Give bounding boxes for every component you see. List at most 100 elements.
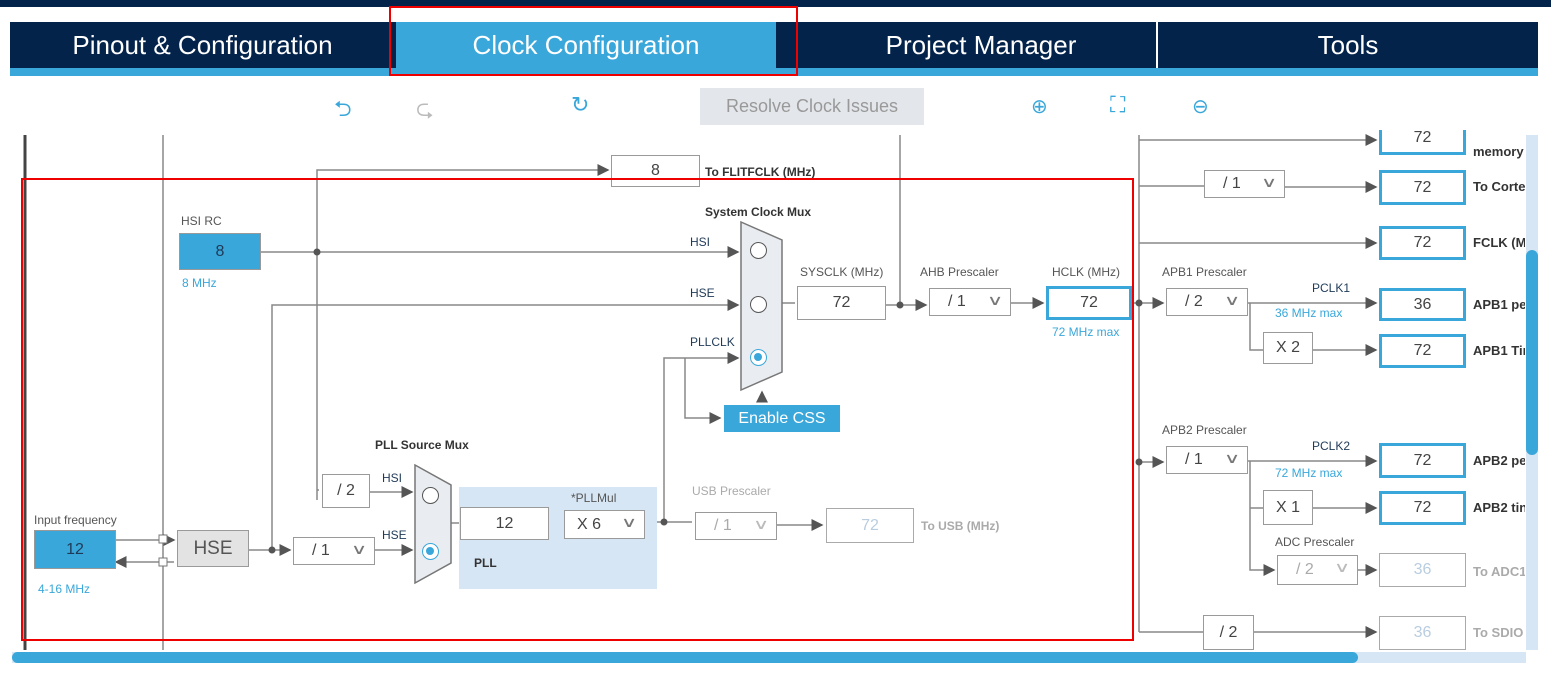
apb2-timer-value[interactable]: 72 — [1379, 491, 1466, 525]
chevron-down-icon: ∨ — [1223, 450, 1241, 466]
apb1-timer-multiplier: X 2 — [1263, 332, 1313, 364]
resolve-clock-issues-button[interactable]: Resolve Clock Issues — [700, 88, 924, 125]
hse-divider-value: / 1 — [312, 542, 330, 559]
sysclk-label: SYSCLK (MHz) — [800, 265, 884, 279]
ahb-prescaler-value: / 1 — [948, 293, 966, 310]
usb-clock-value: 72 — [826, 508, 914, 543]
apb1-prescaler-value: / 2 — [1185, 293, 1203, 310]
pll-source-mux — [414, 463, 452, 585]
chevron-down-icon: ∨ — [620, 514, 638, 530]
memory-clock-value[interactable]: 72 — [1379, 130, 1466, 155]
fclk-value[interactable]: 72 — [1379, 226, 1466, 260]
top-strip — [0, 0, 1551, 7]
pllmul-value: X 6 — [577, 515, 602, 533]
radio-pllclk[interactable] — [750, 349, 767, 366]
enable-css-button[interactable]: Enable CSS — [724, 405, 840, 432]
sysclk-input[interactable]: 72 — [797, 286, 886, 320]
radio-pll-hse[interactable] — [422, 543, 439, 560]
pclk2-max: 72 MHz max — [1275, 466, 1343, 480]
tab-underline — [10, 68, 1538, 76]
cortex-clock-value[interactable]: 72 — [1379, 170, 1466, 205]
tab-pinout[interactable]: Pinout & Configuration — [12, 22, 393, 68]
radio-hse[interactable] — [750, 296, 767, 313]
redo-icon[interactable]: ⮎ — [416, 92, 434, 130]
undo-icon[interactable]: ⮌ — [334, 92, 352, 130]
apb2-prescaler-value: / 1 — [1185, 451, 1203, 468]
pll-mux-hsi-label: HSI — [382, 471, 403, 485]
usb-prescaler-label: USB Prescaler — [692, 484, 771, 498]
chevron-down-icon: ∨ — [350, 541, 368, 557]
apb1-peripheral-value[interactable]: 36 — [1379, 288, 1466, 321]
adc-prescaler-label: ADC Prescaler — [1275, 535, 1355, 549]
radio-hsi[interactable] — [750, 242, 767, 259]
usb-prescaler-value: / 1 — [714, 517, 732, 534]
refresh-icon[interactable]: ↻ — [571, 92, 589, 118]
usb-prescaler-select[interactable]: / 1 ∨ — [695, 512, 777, 540]
apb1-timer-label: APB1 Tir — [1473, 343, 1525, 358]
flitfclk-label: To FLITFCLK (MHz) — [705, 165, 816, 179]
hsi-divider: / 2 — [322, 474, 370, 508]
hclk-label: HCLK (MHz) — [1052, 265, 1120, 279]
chevron-down-icon: ∨ — [986, 292, 1004, 308]
input-frequency-field[interactable]: 12 — [34, 530, 116, 569]
hclk-max: 72 MHz max — [1052, 325, 1120, 339]
clock-tree-canvas: 8 To FLITFCLK (MHz) HSI RC 8 8 MHz Syste… — [0, 130, 1525, 652]
apb2-timer-multiplier: X 1 — [1263, 490, 1313, 525]
hsi-rc-frequency: 8 MHz — [182, 276, 217, 290]
memory-clock-label: memory — [1473, 144, 1524, 159]
sdio-clock-value: 36 — [1379, 616, 1466, 650]
pll-mux-hse-label: HSE — [382, 528, 407, 542]
adc-output-label: To ADC1 — [1473, 564, 1525, 579]
mux-input-pllclk: PLLCLK — [690, 335, 735, 349]
hsi-rc-value: 8 — [179, 233, 261, 270]
hse-divider-select[interactable]: / 1 ∨ — [293, 537, 375, 565]
cortex-divider-select[interactable]: / 1 ∨ — [1204, 170, 1285, 198]
tab-clock-configuration[interactable]: Clock Configuration — [396, 22, 776, 68]
pll-source-mux-label: PLL Source Mux — [375, 438, 469, 452]
hclk-input[interactable]: 72 — [1046, 286, 1132, 320]
radio-pll-hsi[interactable] — [422, 487, 439, 504]
adc-prescaler-value: / 2 — [1296, 561, 1314, 578]
adc-clock-value: 36 — [1379, 553, 1466, 587]
apb2-peripheral-value[interactable]: 72 — [1379, 443, 1466, 478]
apb2-prescaler-label: APB2 Prescaler — [1162, 423, 1247, 437]
pllmul-select[interactable]: X 6 ∨ — [564, 510, 645, 539]
sdio-output-label: To SDIO — [1473, 625, 1524, 640]
apb1-prescaler-label: APB1 Prescaler — [1162, 265, 1247, 279]
chevron-down-icon: ∨ — [752, 516, 770, 532]
system-clock-mux-label: System Clock Mux — [705, 205, 812, 219]
fclk-label: FCLK (M — [1473, 235, 1525, 250]
vertical-scrollbar-thumb[interactable] — [1526, 250, 1538, 455]
pll-input-value: 12 — [460, 507, 549, 540]
cortex-divider-value: / 1 — [1223, 175, 1241, 192]
horizontal-scrollbar-thumb[interactable] — [12, 652, 1358, 663]
apb2-peripheral-label: APB2 pe — [1473, 453, 1525, 468]
mux-input-hsi: HSI — [690, 235, 711, 249]
pclk1-max: 36 MHz max — [1275, 306, 1343, 320]
apb1-prescaler-select[interactable]: / 2 ∨ — [1166, 288, 1248, 316]
fit-screen-icon[interactable]: ⛶ — [1110, 92, 1125, 118]
apb1-timer-value[interactable]: 72 — [1379, 334, 1466, 368]
input-frequency-range: 4-16 MHz — [38, 582, 91, 596]
ahb-prescaler-select[interactable]: / 1 ∨ — [929, 288, 1011, 316]
pll-label: PLL — [474, 556, 497, 570]
pclk1-label: PCLK1 — [1312, 281, 1351, 295]
usb-output-label: To USB (MHz) — [921, 519, 1000, 533]
ahb-prescaler-label: AHB Prescaler — [920, 265, 999, 279]
apb2-timer-label: APB2 tin — [1473, 500, 1525, 515]
zoom-out-icon[interactable]: ⊖ — [1192, 94, 1209, 119]
sdio-divider: / 2 — [1203, 615, 1254, 650]
input-frequency-label: Input frequency — [34, 513, 117, 527]
tab-tools[interactable]: Tools — [1158, 22, 1538, 68]
pllmul-label: *PLLMul — [571, 491, 617, 505]
chevron-down-icon: ∨ — [1260, 174, 1278, 190]
zoom-in-icon[interactable]: ⊕ — [1031, 94, 1048, 119]
apb1-peripheral-label: APB1 pe — [1473, 297, 1525, 312]
pclk2-label: PCLK2 — [1312, 439, 1351, 453]
flitfclk-value: 8 — [611, 155, 700, 187]
mux-input-hse: HSE — [690, 286, 715, 300]
tab-project-manager[interactable]: Project Manager — [806, 22, 1156, 68]
cortex-clock-label: To Corte — [1473, 179, 1525, 194]
adc-prescaler-select[interactable]: / 2 ∨ — [1277, 555, 1358, 585]
apb2-prescaler-select[interactable]: / 1 ∨ — [1166, 446, 1248, 474]
